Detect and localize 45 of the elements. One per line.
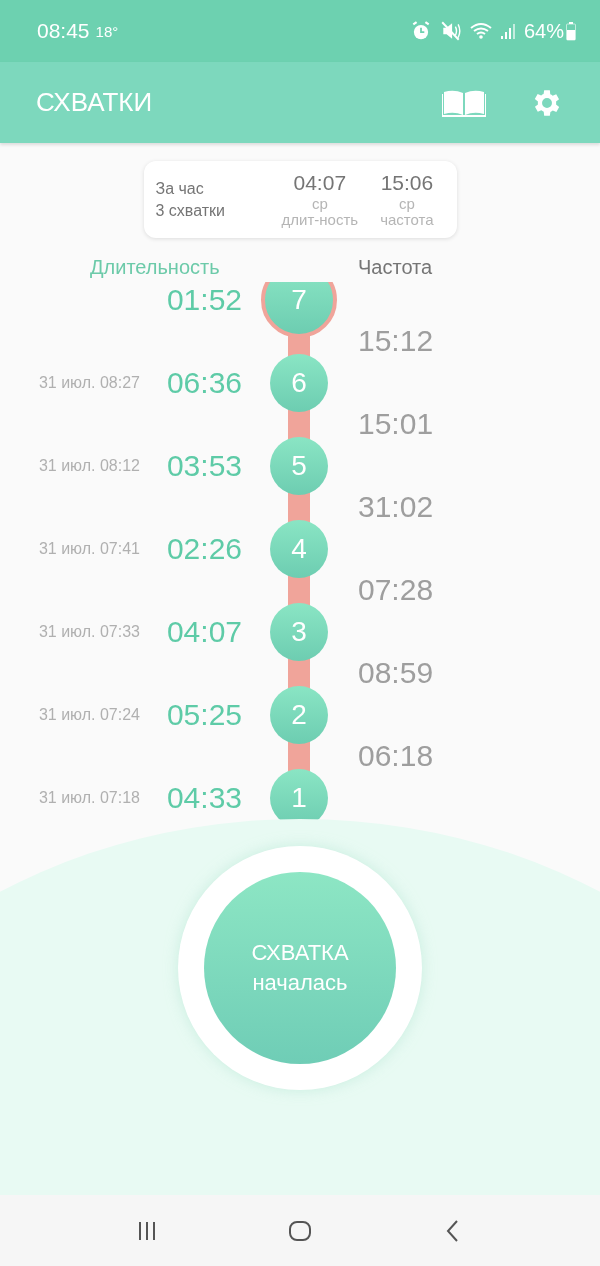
column-header: Частота [358, 256, 433, 280]
contraction-duration: 02:26 [165, 531, 242, 566]
column-header: Длительность [90, 256, 221, 280]
contraction-duration: 05:25 [165, 697, 242, 732]
contraction-duration: 03:53 [165, 448, 242, 483]
contraction-node[interactable]: 6 [270, 353, 328, 412]
stat-label: частота [380, 211, 434, 228]
contraction-node[interactable]: 3 [270, 602, 328, 661]
contraction-duration: 01:52 [165, 282, 242, 317]
contraction-frequency: 08:59 [358, 654, 434, 691]
temperature: 18° [95, 22, 119, 40]
start-contraction-button[interactable]: СХВАТКА началась [204, 872, 396, 1064]
stat-label: длит-ность [281, 211, 359, 228]
battery-percent: 64% [523, 19, 564, 43]
contraction-frequency: 15:12 [358, 322, 434, 359]
contraction-count: 3 схватки [155, 201, 226, 220]
app-title: СХВАТКИ [36, 87, 153, 118]
contraction-duration: 06:36 [165, 365, 242, 400]
clock: 08:45 [37, 19, 90, 43]
contraction-date: 31 июл. 07:33 [38, 622, 140, 640]
contraction-duration: 04:33 [165, 780, 242, 815]
contraction-date: 31 июл. 08:27 [38, 373, 140, 391]
contraction-node[interactable]: 2 [270, 685, 328, 744]
contraction-frequency: 31:02 [358, 488, 434, 525]
contraction-frequency: 15:01 [358, 405, 434, 442]
contraction-duration: 04:07 [165, 614, 242, 649]
stat-qualifier: ср [399, 195, 415, 212]
contraction-date: 31 июл. 07:18 [38, 788, 140, 806]
contraction-node[interactable]: 5 [270, 436, 328, 495]
stat-qualifier: ср [311, 195, 328, 212]
contraction-frequency: 07:28 [358, 571, 434, 608]
contraction-node[interactable]: 1 [270, 768, 328, 822]
contraction-date: 31 июл. 07:41 [38, 539, 140, 557]
stat-value: 04:07 [293, 171, 347, 194]
wifi-icon [469, 20, 492, 42]
home-icon[interactable] [288, 1218, 312, 1243]
period-label: За час [155, 179, 205, 198]
mute-icon [439, 20, 462, 42]
contraction-date: 31 июл. 07:24 [38, 705, 140, 723]
contraction-frequency: 06:18 [358, 737, 434, 774]
contraction-node[interactable]: 7 [261, 282, 337, 338]
contraction-date: 31 июл. 08:12 [38, 456, 140, 474]
battery-icon [566, 21, 576, 41]
contraction-node[interactable]: 4 [270, 519, 328, 578]
stat-value: 15:06 [380, 171, 434, 194]
